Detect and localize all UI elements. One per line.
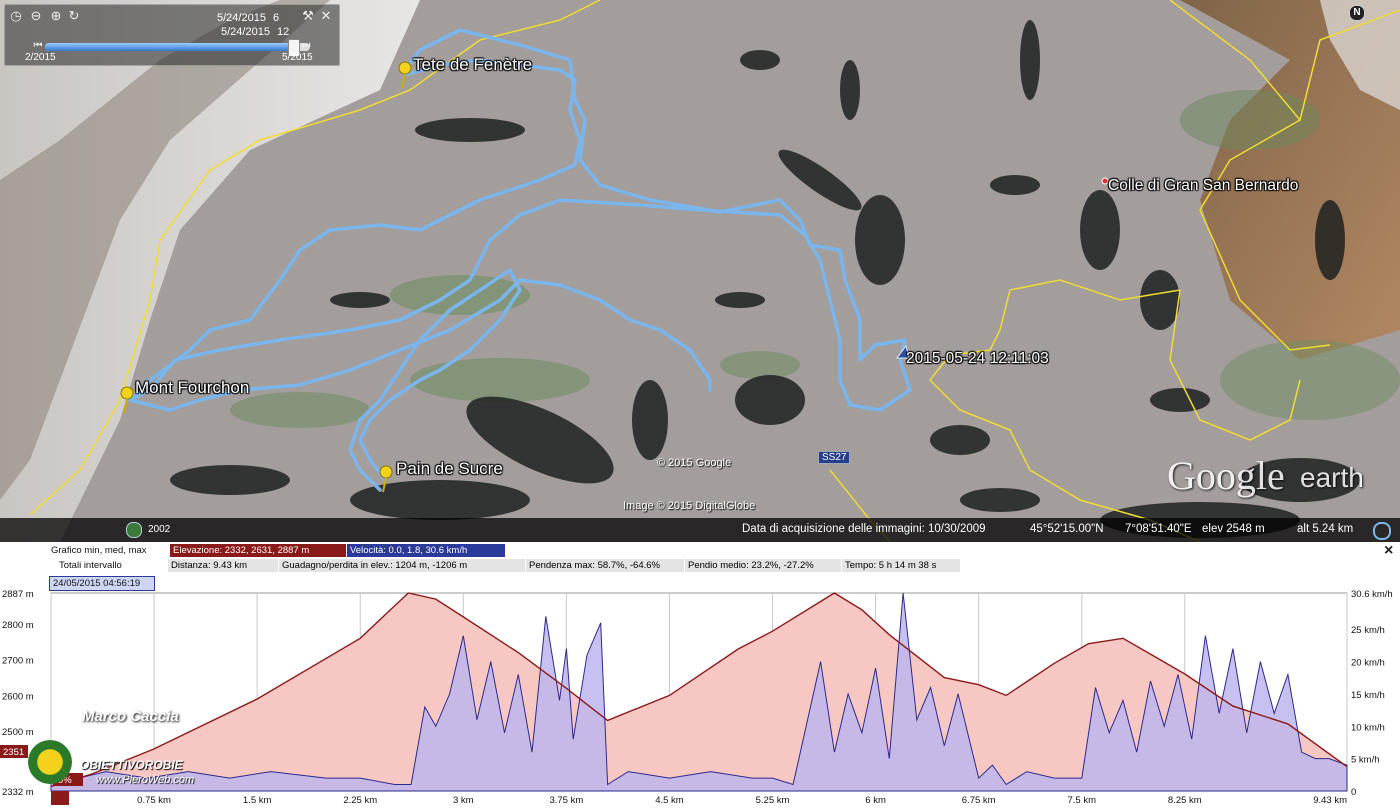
status-bar: 2002 Data di acquisizione delle immagini… <box>0 518 1400 542</box>
altitude-readout: alt 5.24 km <box>1297 523 1354 535</box>
zoom-out-icon[interactable]: ⊖ <box>29 9 43 23</box>
time-end-date: 5/24/2015 <box>221 26 270 38</box>
grafico-label: Grafico min, med, max <box>51 545 147 556</box>
obiettivo-orobie-logo-icon <box>28 740 72 784</box>
refresh-icon[interactable]: ↻ <box>67 9 81 23</box>
copyright-google: © 2015 Google <box>657 457 732 469</box>
time-slider-fill <box>45 43 295 51</box>
acquisition-date: Data di acquisizione delle immagini: 10/… <box>742 523 986 535</box>
earth-logo: earth <box>1300 462 1364 493</box>
avg-slope-stat: Pendio medio: 23.2%, -27.2% <box>685 559 841 572</box>
clock-icon[interactable]: ◷ <box>9 9 23 23</box>
elevation-gain-stat: Guadagno/perdita in elev.: 1204 m, -1206… <box>279 559 525 572</box>
longitude-readout: 7°08'51.40"E <box>1125 523 1192 535</box>
totali-label: Totali intervallo <box>59 560 122 571</box>
historical-imagery-icon[interactable] <box>126 522 142 538</box>
elevation-profile-panel: Grafico min, med, max Elevazione: 2332, … <box>0 542 1400 808</box>
watermark-brand: OBIETTIVOROBIE <box>80 758 183 772</box>
google-logo: Google <box>1167 453 1285 498</box>
close-profile-icon[interactable]: × <box>1384 542 1393 560</box>
placemark-pain-de-sucre[interactable]: Pain de Sucre <box>396 459 503 479</box>
placemark-tete-de-fenetre[interactable]: Tete de Fenètre <box>413 55 532 75</box>
step-back-icon[interactable]: ⏮ <box>31 39 45 53</box>
time-slider[interactable] <box>45 39 310 57</box>
road-label-ss27: SS27 <box>818 451 851 464</box>
time-stat: Tempo: 5 h 14 m 38 s <box>842 559 960 572</box>
zoom-in-icon[interactable]: ⊕ <box>49 9 63 23</box>
time-end-count: 12 <box>277 26 290 38</box>
map-view[interactable]: ◷ ⊖ ⊕ ↻ 5/24/2015 6 5/24/2015 12 ⚒ ✕ ⏮ ⏭… <box>0 0 1400 542</box>
loading-icon <box>1373 522 1391 540</box>
max-slope-stat: Pendenza max: 58.7%, -64.6% <box>526 559 684 572</box>
time-slider-control: ◷ ⊖ ⊕ ↻ 5/24/2015 6 5/24/2015 12 ⚒ ✕ ⏮ ⏭… <box>4 4 340 66</box>
distance-stat: Distanza: 9.43 km <box>168 559 278 572</box>
imagery-year: 2002 <box>148 524 171 535</box>
step-forward-icon[interactable]: ⏭ <box>299 39 313 53</box>
range-right-label: 5/2015 <box>282 52 313 63</box>
time-start-date: 5/24/2015 <box>217 12 266 24</box>
time-start-count: 6 <box>273 12 280 24</box>
close-icon[interactable]: ✕ <box>319 9 333 23</box>
range-left-label: 2/2015 <box>25 52 56 63</box>
place-colle-gran-san-bernardo[interactable]: Colle di Gran San Bernardo <box>1108 177 1298 195</box>
track-timestamp-label: 2015-05-24 12:11:03 <box>906 350 1049 367</box>
placemark-mont-fourchon[interactable]: Mont Fourchon <box>135 378 249 398</box>
elevation-readout: elev 2548 m <box>1202 523 1265 535</box>
speed-series-toggle[interactable]: Velocità: 0.0, 1.8, 30.6 km/h <box>347 544 505 557</box>
watermark-url: www.PieroWeb.com <box>96 774 195 786</box>
elevation-series-toggle[interactable]: Elevazione: 2332, 2631, 2887 m <box>170 544 346 557</box>
author-signature: Marco Caccia <box>82 708 179 725</box>
latitude-readout: 45°52'15.00"N <box>1030 523 1104 535</box>
wrench-icon[interactable]: ⚒ <box>301 9 315 23</box>
cursor-time-label: 24/05/2015 04:56:19 <box>49 576 155 591</box>
copyright-image: Image © 2015 DigitalGlobe <box>623 500 756 512</box>
compass-icon[interactable]: N <box>1349 5 1365 21</box>
